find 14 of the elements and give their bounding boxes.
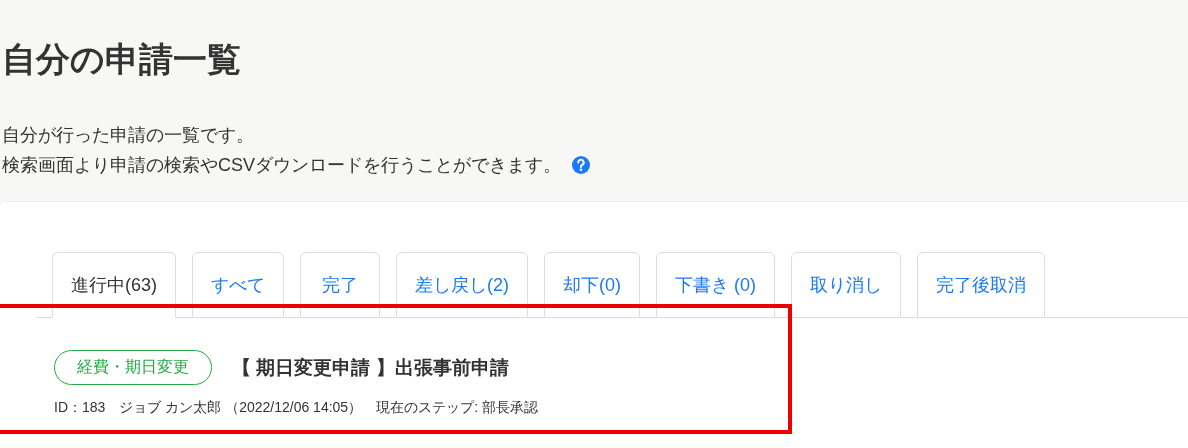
status-tab[interactable]: 完了 <box>300 252 380 318</box>
status-tab[interactable]: 差し戻し(2) <box>396 252 528 318</box>
status-tab[interactable]: 完了後取消 <box>917 252 1045 318</box>
page-title: 自分の申請一覧 <box>2 39 242 80</box>
description-text: 自分が行った申請の一覧です。 <box>2 124 254 147</box>
description-text: 検索画面より申請の検索やCSVダウンロードを行うことができます。 <box>2 154 561 177</box>
status-tab[interactable]: 却下(0) <box>544 252 640 318</box>
status-tab[interactable]: 取り消し <box>791 252 901 318</box>
request-title[interactable]: 【 期日変更申請 】出張事前申請 <box>232 354 509 381</box>
status-tab[interactable]: 下書き (0) <box>656 252 775 318</box>
request-meta: ID：183 ジョブ カン太郎 （2022/12/06 14:05） 現在のステップ: 部長承認 <box>54 399 539 417</box>
status-tab[interactable]: 進行中(63) <box>52 252 176 318</box>
status-tab[interactable]: すべて <box>192 252 284 318</box>
help-icon[interactable] <box>571 155 591 175</box>
